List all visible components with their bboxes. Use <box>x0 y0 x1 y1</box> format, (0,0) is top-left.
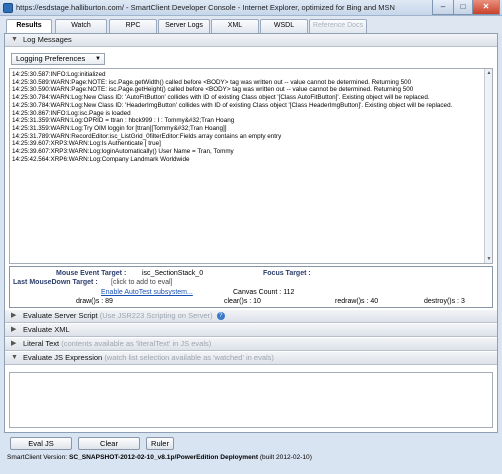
literal-text-header[interactable]: ▶ Literal Text (contents available as 'l… <box>5 338 497 351</box>
version-status: SmartClient Version: SC_SNAPSHOT-2012-02… <box>7 454 312 461</box>
version-suffix: (built 2012-02-10) <box>258 454 312 461</box>
tab-rpc[interactable]: RPC <box>109 19 157 33</box>
section-title: Evaluate JS Expression <box>23 353 103 362</box>
logging-preferences-menu[interactable]: Logging Preferences ▼ <box>11 53 105 65</box>
chevron-down-icon: ▼ <box>11 354 18 361</box>
section-title: Log Messages <box>23 35 72 44</box>
section-hint: (watch list selection available as 'watc… <box>104 353 274 362</box>
evaluate-js-header[interactable]: ▼ Evaluate JS Expression (watch list sel… <box>5 352 497 365</box>
tab-reference-docs: Reference Docs <box>309 19 367 33</box>
minimize-button[interactable]: – <box>432 0 454 15</box>
log-line: 14:25:30.867:INFO:Log:isc.Page is loaded <box>12 109 131 117</box>
event-inspector: Mouse Event Target : isc_SectionStack_0 … <box>9 266 493 308</box>
results-pane: ▼ Log Messages Logging Preferences ▼ 14:… <box>4 33 498 433</box>
section-title: Evaluate Server Script <box>23 311 98 320</box>
log-line: 14:25:30.587:INFO:Log:initialized <box>12 71 106 78</box>
version-prefix: SmartClient Version: <box>7 454 69 461</box>
scroll-down-icon[interactable]: ▼ <box>485 255 492 263</box>
window-title-bar[interactable]: https://esdstage.halliburton.com/ - Smar… <box>0 0 502 16</box>
canvas-count: Canvas Count : 112 <box>233 289 295 296</box>
chevron-right-icon: ▶ <box>11 340 17 347</box>
chevron-right-icon: ▶ <box>11 326 17 333</box>
tab-results[interactable]: Results <box>6 19 52 34</box>
redraw-count: redraw()s : 40 <box>335 298 379 305</box>
log-line: 14:25:30.784:WARN:Log:New Class ID: 'Hea… <box>12 101 453 109</box>
scroll-up-icon[interactable]: ▲ <box>485 69 492 77</box>
section-title: Evaluate XML <box>23 325 70 334</box>
mouse-event-target-label: Mouse Event Target : <box>56 270 127 277</box>
log-line: 14:25:31.789:WARN:RecordEditor:isc_ListG… <box>12 132 282 140</box>
logging-preferences-label: Logging Preferences <box>16 54 86 63</box>
tab-xml[interactable]: XML <box>211 19 259 33</box>
browser-icon <box>3 3 13 13</box>
tab-watch[interactable]: Watch <box>55 19 107 33</box>
ruler-button[interactable]: Ruler <box>146 437 174 450</box>
section-title: Literal Text <box>23 339 60 348</box>
log-line: 14:25:39.607:XRP3:WARN:Log:loginAutomati… <box>12 148 234 156</box>
evaluate-xml-header[interactable]: ▶ Evaluate XML <box>5 324 497 337</box>
help-icon[interactable]: ? <box>216 312 225 321</box>
draw-count: draw()s : 89 <box>76 298 113 305</box>
destroy-count: destroy()s : 3 <box>424 298 465 305</box>
section-hint: (Use JSR223 Scripting on Server) <box>99 311 213 320</box>
close-button[interactable]: ✕ <box>472 0 500 15</box>
window-title: https://esdstage.halliburton.com/ - Smar… <box>16 3 395 12</box>
log-line: 14:25:30.784:WARN:Log:New Class ID: 'Aut… <box>12 94 430 102</box>
focus-target-label: Focus Target : <box>263 270 311 277</box>
tab-wsdl[interactable]: WSDL <box>260 19 308 33</box>
log-line: 14:25:31.359:WARN:Log:Try OIM loggin for… <box>12 124 227 132</box>
eval-js-button[interactable]: Eval JS <box>10 437 72 450</box>
maximize-button[interactable]: □ <box>453 0 473 15</box>
chevron-down-icon: ▼ <box>11 36 18 43</box>
log-line: 14:25:30.589:WARN:Page:NOTE: isc.Page.ge… <box>12 78 412 86</box>
log-line: 14:25:39.607:XRP3:WARN:Log:Is Authentica… <box>12 140 161 148</box>
log-line: 14:25:30.590:WARN:Page:NOTE: isc.Page.ge… <box>12 86 414 94</box>
clear-button[interactable]: Clear <box>78 437 140 450</box>
log-line: 14:25:31.359:WARN:Log:OPRID = ttran : hb… <box>12 117 235 125</box>
log-output[interactable]: 14:25:30.587:INFO:Log:initialized 14:25:… <box>9 68 493 264</box>
log-messages-header[interactable]: ▼ Log Messages <box>5 34 497 47</box>
log-scrollbar[interactable]: ▲ ▼ <box>484 69 492 263</box>
clear-count: clear()s : 10 <box>224 298 261 305</box>
log-line: 14:25:42.564:XRP6:WARN:Log:Company Landm… <box>12 155 190 163</box>
enable-autotest-link[interactable]: Enable AutoTest subsystem... <box>101 289 193 296</box>
version-value: SC_SNAPSHOT-2012-02-10_v8.1p/PowerEditio… <box>68 454 259 461</box>
dropdown-arrow-icon: ▼ <box>95 56 101 62</box>
last-mousedown-label: Last MouseDown Target : <box>13 279 98 286</box>
tab-bar: Results Watch RPC Server Logs XML WSDL R… <box>0 16 502 34</box>
evaluate-server-script-header[interactable]: ▶ Evaluate Server Script (Use JSR223 Scr… <box>5 310 497 323</box>
js-expression-input[interactable] <box>9 372 493 428</box>
chevron-right-icon: ▶ <box>11 312 17 319</box>
section-hint: (contents available as 'literalText' in … <box>61 339 212 348</box>
mouse-event-target-value: isc_SectionStack_0 <box>142 270 204 277</box>
last-mousedown-value[interactable]: [click to add to eval] <box>111 279 172 286</box>
tab-server-logs[interactable]: Server Logs <box>158 19 210 33</box>
